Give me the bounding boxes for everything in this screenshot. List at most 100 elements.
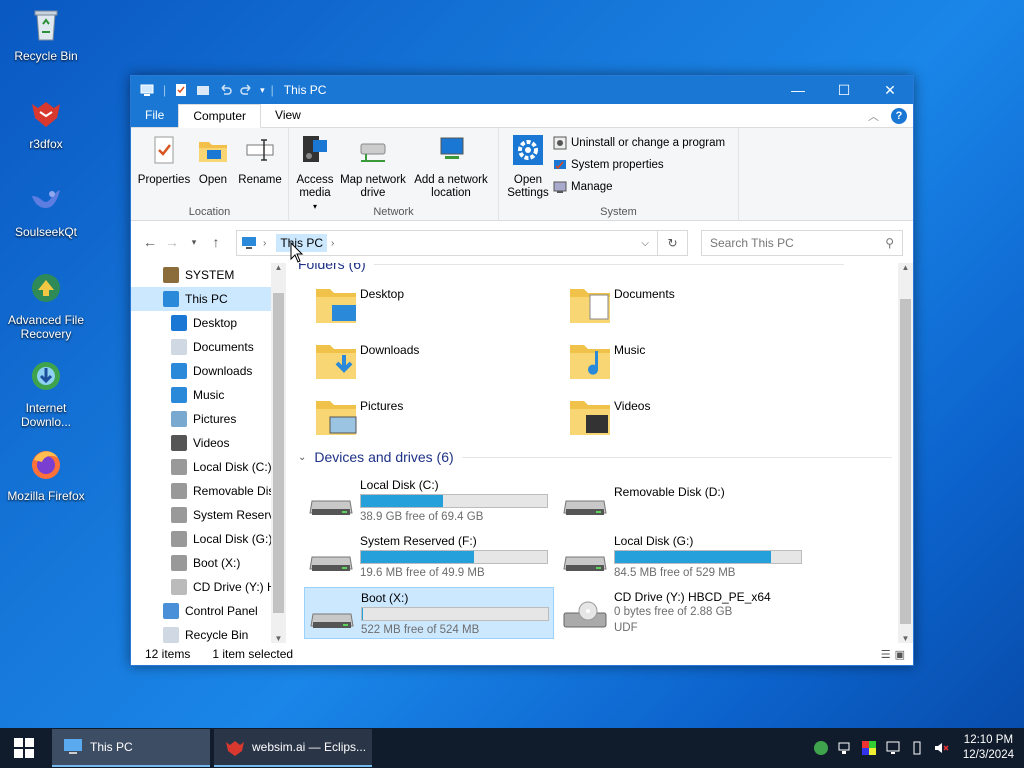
- drive-item[interactable]: System Reserved (F:) 19.6 MB free of 49.9…: [304, 531, 554, 583]
- nav-item[interactable]: Music: [131, 383, 271, 407]
- tab-file[interactable]: File: [131, 104, 179, 127]
- scroll-up-icon[interactable]: ▲: [898, 263, 913, 272]
- nav-item[interactable]: Removable Dis: [131, 479, 271, 503]
- drive-item[interactable]: CD Drive (Y:) HBCD_PE_x64 0 bytes free of…: [558, 587, 808, 639]
- nav-item[interactable]: Control Panel: [131, 599, 271, 623]
- taskbar-item-this-pc[interactable]: This PC: [52, 729, 210, 767]
- folder-item[interactable]: Documents: [568, 283, 675, 327]
- drive-item[interactable]: Removable Disk (D:): [558, 475, 808, 527]
- breadcrumb-chevron-icon: ›: [263, 237, 267, 249]
- collapse-chevron-icon: ⌄: [298, 451, 307, 463]
- nav-item[interactable]: Downloads: [131, 359, 271, 383]
- help-icon[interactable]: ?: [891, 108, 907, 124]
- access-media-button[interactable]: Access media ▾: [293, 134, 337, 213]
- desktop-icon-advanced-file-recovery[interactable]: Advanced File Recovery: [4, 270, 88, 341]
- nav-item[interactable]: Boot (X:): [131, 551, 271, 575]
- search-input[interactable]: Search This PC ⚲: [701, 230, 903, 256]
- folder-item[interactable]: Videos: [568, 395, 650, 439]
- recent-locations-icon[interactable]: ▾: [183, 237, 205, 248]
- nav-item[interactable]: Local Disk (C:): [131, 455, 271, 479]
- desktop-icon-r3dfox[interactable]: r3dfox: [4, 94, 88, 151]
- forward-button[interactable]: →: [161, 234, 183, 250]
- start-button[interactable]: [0, 728, 48, 768]
- map-network-drive-button[interactable]: Map network drive: [337, 134, 409, 200]
- quick-access-dropdown-icon[interactable]: ▾: [260, 85, 265, 96]
- drive-item[interactable]: Local Disk (C:) 38.9 GB free of 69.4 GB: [304, 475, 554, 527]
- nav-item[interactable]: Pictures: [131, 407, 271, 431]
- devices-section-header[interactable]: ⌄ Devices and drives (6): [298, 449, 892, 465]
- collapse-ribbon-icon[interactable]: ︿: [868, 108, 879, 124]
- clock[interactable]: 12:10 PM 12/3/2024: [963, 733, 1014, 763]
- volume-muted-icon[interactable]: [933, 740, 949, 756]
- usb-drive-icon[interactable]: [909, 740, 925, 756]
- monitor-tray-icon[interactable]: [885, 740, 901, 756]
- uninstall-program-button[interactable]: Uninstall or change a program: [553, 136, 725, 150]
- desktop-icon-soulseekqt[interactable]: SoulseekQt: [4, 182, 88, 239]
- open-button[interactable]: Open: [193, 134, 233, 187]
- desktop-icon-label: r3dfox: [29, 137, 63, 151]
- add-network-location-button[interactable]: Add a network location: [411, 134, 491, 200]
- system-properties-button[interactable]: System properties: [553, 158, 664, 172]
- scroll-down-icon[interactable]: ▼: [271, 634, 286, 643]
- up-button[interactable]: ↑: [205, 234, 227, 250]
- tab-computer[interactable]: Computer: [178, 104, 262, 128]
- nav-item[interactable]: Documents: [131, 335, 271, 359]
- nav-item[interactable]: Desktop: [131, 311, 271, 335]
- scroll-down-icon[interactable]: ▼: [898, 634, 913, 643]
- folder-item[interactable]: Pictures: [314, 395, 403, 439]
- nav-item[interactable]: Recycle Bin: [131, 623, 271, 643]
- undo-icon[interactable]: [218, 83, 232, 97]
- folder-item[interactable]: Desktop: [314, 283, 404, 327]
- nav-item[interactable]: System Reserve: [131, 503, 271, 527]
- folder-item[interactable]: Downloads: [314, 339, 419, 383]
- drive-usage-bar: [360, 494, 548, 508]
- content-scrollbar[interactable]: ▲ ▼: [898, 263, 913, 643]
- large-icons-view-icon[interactable]: ▣: [895, 648, 905, 661]
- network-icon[interactable]: [837, 740, 853, 756]
- drive-item[interactable]: Boot (X:) 522 MB free of 524 MB: [304, 587, 554, 639]
- open-settings-button[interactable]: Open Settings: [505, 134, 551, 200]
- nav-item-label: Downloads: [193, 364, 253, 378]
- redo-icon[interactable]: [240, 83, 254, 97]
- maximize-button[interactable]: ☐: [821, 76, 867, 104]
- status-bar: 12 items 1 item selected ☰ ▣: [131, 643, 913, 665]
- desktop-icon-recycle-bin[interactable]: Recycle Bin: [4, 6, 88, 63]
- nav-scrollbar[interactable]: ▲ ▼: [271, 263, 286, 643]
- details-view-icon[interactable]: ☰: [881, 648, 891, 661]
- nav-scroll-thumb[interactable]: [273, 293, 284, 613]
- tab-view[interactable]: View: [261, 104, 315, 127]
- download-manager-tray-icon[interactable]: [813, 740, 829, 756]
- desktop-icon-label: Internet Downlo...: [20, 401, 72, 429]
- folders-section-header[interactable]: Folders (6): [298, 263, 844, 272]
- nav-item[interactable]: Local Disk (G:): [131, 527, 271, 551]
- drive-name: Removable Disk (D:): [614, 485, 725, 499]
- nav-item[interactable]: CD Drive (Y:) H: [131, 575, 271, 599]
- manage-button[interactable]: Manage: [553, 180, 613, 194]
- drive-usage-bar: [361, 607, 549, 621]
- nav-item[interactable]: SYSTEM: [131, 263, 271, 287]
- folder-item[interactable]: Music: [568, 339, 645, 383]
- new-folder-quick-icon[interactable]: [196, 83, 210, 97]
- desktop-icon-mozilla-firefox[interactable]: Mozilla Firefox: [4, 446, 88, 503]
- open-folder-icon: [199, 142, 227, 162]
- content-scroll-thumb[interactable]: [900, 299, 911, 624]
- back-button[interactable]: ←: [139, 234, 161, 250]
- access-media-icon: [303, 136, 327, 162]
- scroll-up-icon[interactable]: ▲: [271, 263, 286, 272]
- properties-button[interactable]: Properties: [137, 134, 191, 187]
- nav-item[interactable]: This PC: [131, 287, 271, 311]
- drive-item[interactable]: Local Disk (G:) 84.5 MB free of 529 MB: [558, 531, 808, 583]
- minimize-button[interactable]: —: [775, 76, 821, 104]
- close-button[interactable]: ✕: [867, 76, 913, 104]
- color-app-tray-icon[interactable]: [861, 740, 877, 756]
- refresh-button[interactable]: ↻: [658, 230, 688, 256]
- drive-icon: [171, 483, 187, 499]
- desktop-icon-internet-download[interactable]: Internet Downlo...: [4, 358, 88, 429]
- address-dropdown-icon[interactable]: ⌵: [641, 238, 649, 249]
- cd-drive-icon: [171, 579, 187, 595]
- taskbar-item-websim[interactable]: websim.ai — Eclips...: [214, 729, 372, 767]
- properties-quick-icon[interactable]: [174, 83, 188, 97]
- nav-item[interactable]: Videos: [131, 431, 271, 455]
- rename-button[interactable]: Rename: [235, 134, 285, 187]
- breadcrumb-chevron-icon[interactable]: ›: [331, 238, 334, 249]
